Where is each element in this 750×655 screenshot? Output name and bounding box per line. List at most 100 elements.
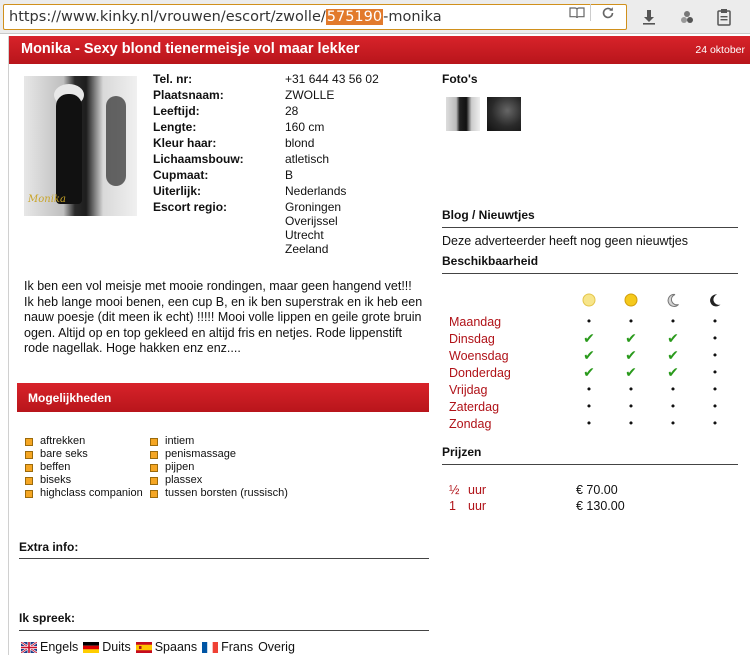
day-label-donderdag: Donderdag — [449, 366, 511, 380]
option-label: beffen — [40, 461, 71, 473]
reload-icon[interactable] — [597, 4, 619, 22]
photo-figure-shape — [56, 94, 82, 204]
language-label: Spaans — [154, 640, 198, 654]
flag-fr-icon — [202, 641, 219, 653]
option-label: bare seks — [40, 448, 88, 460]
day-label-maandag: Maandag — [449, 315, 502, 329]
extra-info-divider — [19, 558, 429, 559]
option-label: intiem — [165, 435, 195, 447]
available-check-icon: ✔ — [625, 348, 637, 364]
bullet-square-icon — [150, 463, 158, 472]
price-value: € 130.00 — [576, 499, 625, 513]
photo-thumbnail[interactable] — [487, 97, 521, 131]
available-check-icon: ✔ — [625, 365, 637, 381]
day-label-zaterdag: Zaterdag — [449, 400, 500, 414]
info-value: 28 — [285, 104, 299, 118]
night-moon-icon — [706, 291, 724, 309]
post-date: 24 oktober — [695, 44, 745, 56]
info-value: Nederlands — [285, 184, 347, 198]
unavailable-dot-icon: • — [585, 383, 593, 396]
info-value: blond — [285, 136, 315, 150]
bullet-square-icon — [150, 437, 158, 446]
photo-signature: Monika — [28, 194, 66, 205]
language-label: Overig — [258, 640, 295, 654]
title-bar: Monika - Sexy blond tienermeisje vol maa… — [9, 36, 750, 64]
available-check-icon: ✔ — [583, 348, 595, 364]
unavailable-dot-icon: • — [711, 349, 719, 362]
blog-header: Blog / Nieuwtjes — [442, 208, 535, 222]
unavailable-dot-icon: • — [627, 400, 635, 413]
prices-divider — [442, 464, 738, 465]
url-separator — [590, 4, 591, 21]
unavailable-dot-icon: • — [669, 400, 677, 413]
blog-text: Deze adverteerder heeft nog geen nieuwtj… — [442, 234, 688, 248]
option-item: plassex — [150, 474, 288, 487]
unavailable-dot-icon: • — [711, 383, 719, 396]
photo-thumbnail[interactable] — [446, 97, 480, 131]
bullet-square-icon — [150, 450, 158, 459]
reader-icon[interactable] — [566, 4, 588, 22]
unavailable-dot-icon: • — [669, 383, 677, 396]
options-column-2: intiem penismassage pijpen plassex tusse… — [150, 435, 288, 500]
unavailable-dot-icon: • — [711, 400, 719, 413]
evening-moon-icon — [664, 291, 682, 309]
profile-description: Ik ben een vol meisje met mooie rondinge… — [24, 279, 423, 355]
info-label: Kleur haar: — [153, 136, 217, 150]
address-bar[interactable]: https://www.kinky.nl/vrouwen/escort/zwol… — [3, 4, 627, 30]
unavailable-dot-icon: • — [585, 400, 593, 413]
option-label: plassex — [165, 474, 203, 486]
extension-icon[interactable] — [675, 6, 699, 28]
available-check-icon: ✔ — [583, 331, 595, 347]
option-label: pijpen — [165, 461, 195, 473]
language-label: Frans — [221, 640, 254, 654]
day-label-vrijdag: Vrijdag — [449, 383, 488, 397]
url-text[interactable]: https://www.kinky.nl/vrouwen/escort/zwol… — [9, 9, 442, 25]
region-item: Groningen — [285, 200, 342, 214]
unavailable-dot-icon: • — [585, 315, 593, 328]
option-item: highclass companion — [25, 487, 143, 500]
price-value: € 70.00 — [576, 483, 618, 497]
available-check-icon: ✔ — [625, 331, 637, 347]
profile-photo[interactable]: Monika — [24, 76, 137, 216]
option-label: highclass companion — [40, 487, 143, 499]
blog-divider — [442, 227, 738, 228]
profile-page: Monika - Sexy blond tienermeisje vol maa… — [8, 36, 750, 655]
price-qty: 1 — [449, 499, 456, 513]
bullet-square-icon — [25, 450, 33, 459]
bullet-square-icon — [150, 489, 158, 498]
download-icon[interactable] — [637, 6, 661, 28]
region-item: Utrecht — [285, 228, 324, 242]
url-highlight: 575190 — [325, 9, 384, 25]
option-label: tussen borsten (russisch) — [165, 487, 288, 499]
bullet-square-icon — [25, 437, 33, 446]
region-list: Groningen Overijssel Utrecht Zeeland — [285, 200, 341, 256]
option-item: aftrekken — [25, 435, 143, 448]
info-label: Escort regio: — [153, 200, 228, 214]
option-item: tussen borsten (russisch) — [150, 487, 288, 500]
region-item: Zeeland — [285, 242, 329, 256]
url-prefix: https://www.kinky.nl/vrouwen/escort/zwol… — [9, 9, 326, 25]
info-label: Plaatsnaam: — [153, 88, 224, 102]
browser-toolbar: https://www.kinky.nl/vrouwen/escort/zwol… — [0, 0, 750, 34]
available-check-icon: ✔ — [667, 348, 679, 364]
flag-es-icon — [135, 641, 152, 653]
option-item: penismassage — [150, 448, 288, 461]
languages-divider — [19, 630, 429, 631]
info-value: ZWOLLE — [285, 88, 335, 102]
info-label: Leeftijd: — [153, 104, 200, 118]
option-item: intiem — [150, 435, 288, 448]
afternoon-sun-icon — [622, 291, 640, 309]
availability-divider — [442, 273, 738, 274]
languages-header: Ik spreek: — [19, 611, 76, 625]
option-label: aftrekken — [40, 435, 86, 447]
extra-info-header: Extra info: — [19, 540, 79, 554]
bullet-square-icon — [25, 476, 33, 485]
option-label: penismassage — [165, 448, 236, 460]
info-value: B — [285, 168, 294, 182]
unavailable-dot-icon: • — [585, 417, 593, 430]
info-value: 160 cm — [285, 120, 325, 134]
info-label: Tel. nr: — [153, 72, 193, 86]
info-value[interactable]: +31 644 43 56 02 — [285, 72, 379, 86]
clipboard-icon[interactable] — [712, 6, 736, 28]
price-qty: ½ — [449, 483, 460, 497]
